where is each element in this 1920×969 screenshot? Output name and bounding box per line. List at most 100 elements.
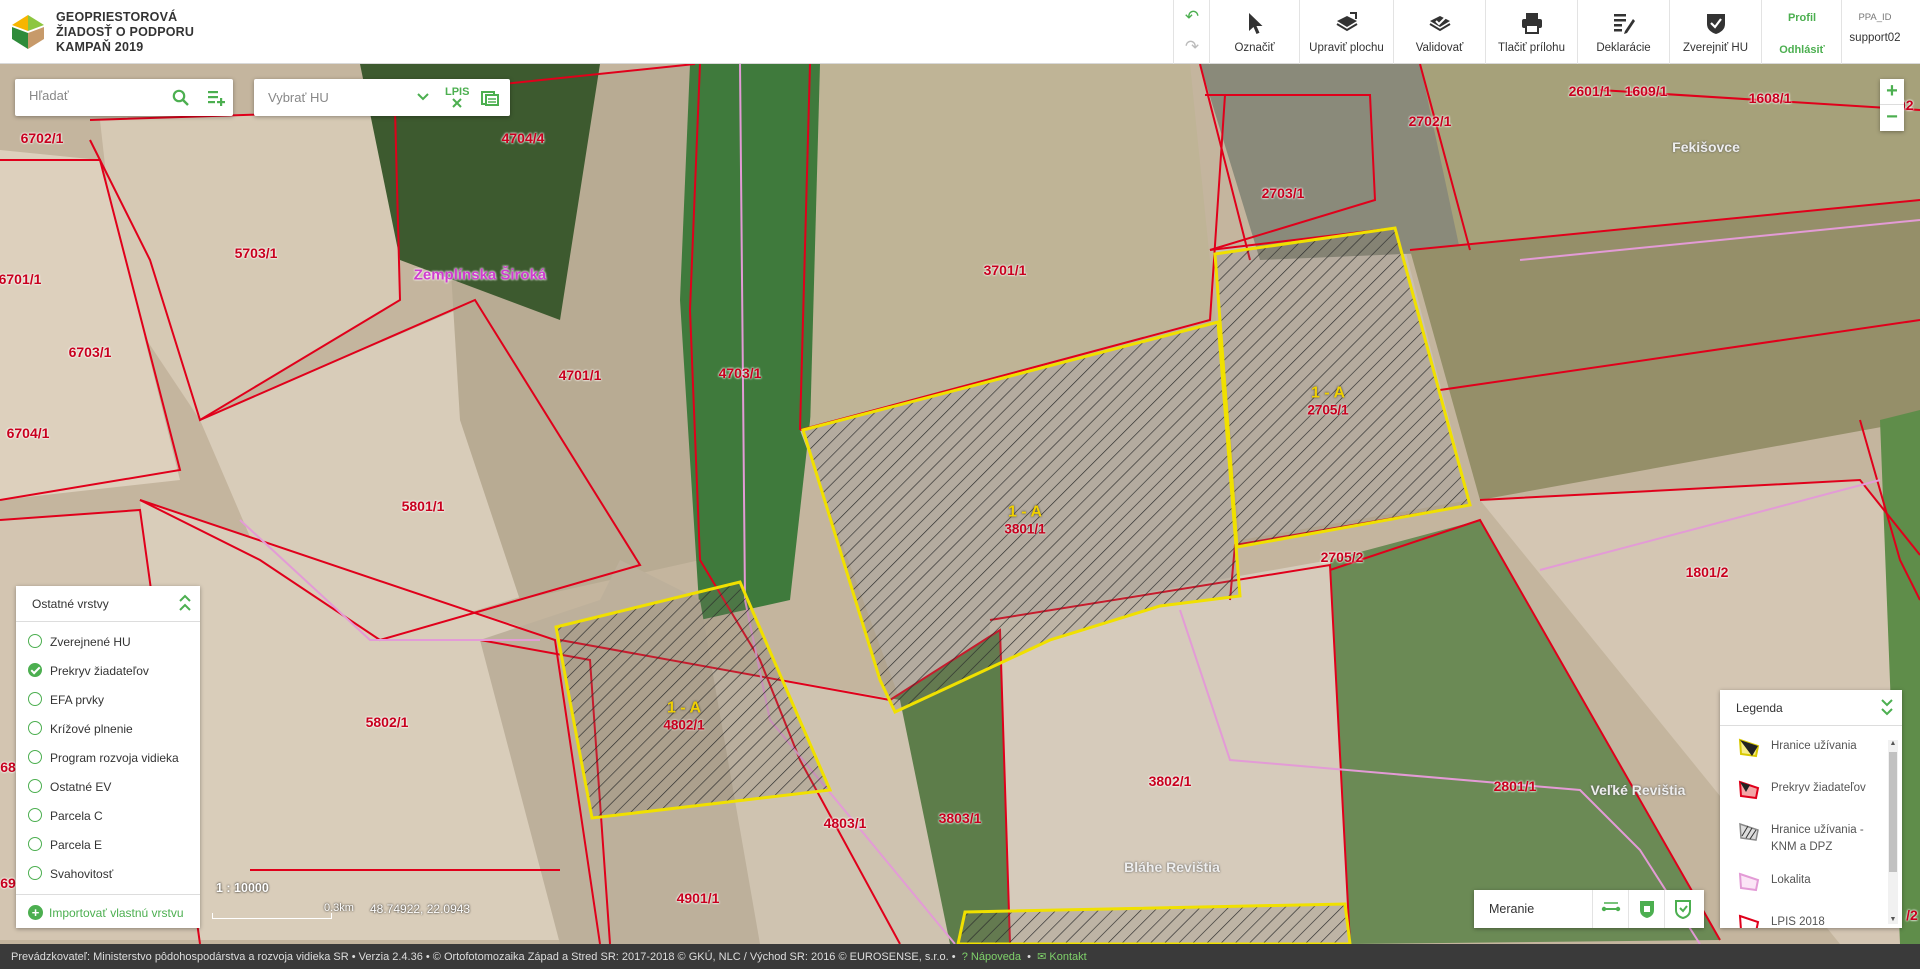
printer-icon bbox=[1521, 13, 1542, 34]
validate-icon bbox=[1428, 16, 1451, 32]
import-layer-button[interactable]: + Importovať vlastnú vrstvu bbox=[16, 894, 200, 928]
locality-swatch-icon bbox=[1738, 872, 1760, 892]
select-tool-button[interactable]: Označiť bbox=[1209, 0, 1299, 64]
help-link[interactable]: ? Nápoveda bbox=[962, 951, 1021, 963]
parcel-label: 4901/1 bbox=[676, 890, 720, 906]
hu-boundary-swatch-icon bbox=[1738, 738, 1760, 758]
map-canvas[interactable]: 6702/1 4704/4 5703/1 6701/1 6703/1 6704/1 4701… bbox=[0, 64, 1920, 944]
applicant-overlap-swatch-icon bbox=[1738, 780, 1760, 800]
layer-checked-icon[interactable] bbox=[28, 663, 42, 677]
measure-distance-button[interactable] bbox=[1592, 890, 1628, 928]
search-input[interactable] bbox=[29, 88, 169, 103]
measure-clear-button[interactable] bbox=[1664, 890, 1700, 928]
layer-item[interactable]: Ostatné EV bbox=[16, 773, 200, 802]
measure-label: Meranie bbox=[1489, 902, 1535, 916]
scroll-up-icon[interactable]: ▲ bbox=[1888, 740, 1898, 748]
layers-toggle-icon[interactable] bbox=[480, 88, 500, 108]
contact-link[interactable]: ✉ Kontakt bbox=[1037, 951, 1087, 963]
layer-item-label: Zverejnené HU bbox=[50, 635, 131, 649]
scroll-down-icon[interactable]: ▼ bbox=[1888, 916, 1898, 924]
hu-block-label[interactable]: 1 - A 2705/1 bbox=[1307, 385, 1348, 418]
publish-hu-button[interactable]: Zverejniť HU bbox=[1669, 0, 1761, 64]
profile-link[interactable]: Profil bbox=[1762, 12, 1842, 24]
layer-unchecked-icon[interactable] bbox=[28, 837, 42, 851]
other-layers-panel: Ostatné vrstvy Zverejnené HU Prekryv žiad… bbox=[16, 586, 200, 928]
user-box: PPA_ID support02 bbox=[1841, 0, 1907, 64]
layer-item-label: Parcela C bbox=[50, 809, 103, 823]
search-icon[interactable] bbox=[172, 89, 190, 107]
layer-unchecked-icon[interactable] bbox=[28, 779, 42, 793]
hu-select[interactable]: Vybrať HU bbox=[268, 90, 329, 105]
select-tool-label: Označiť bbox=[1234, 42, 1275, 54]
parcel-label: 6701/1 bbox=[0, 271, 42, 287]
measure-toolbar: Meranie bbox=[1474, 890, 1704, 928]
print-attachment-label: Tlačiť prílohu bbox=[1498, 42, 1565, 54]
parcel-label: 1801/2 bbox=[1685, 564, 1729, 580]
layer-item[interactable]: EFA prvky bbox=[16, 686, 200, 715]
layer-item[interactable]: Program rozvoja vidieka bbox=[16, 744, 200, 773]
layer-unchecked-icon[interactable] bbox=[28, 750, 42, 764]
legend-header[interactable]: Legenda bbox=[1720, 690, 1902, 726]
layer-unchecked-icon[interactable] bbox=[28, 634, 42, 648]
layer-unchecked-icon[interactable] bbox=[28, 808, 42, 822]
parcel-label: 3802/1 bbox=[1148, 773, 1192, 789]
scale-distance: 0.3km bbox=[324, 902, 354, 914]
layer-item[interactable]: Prekryv žiadateľov bbox=[16, 657, 200, 686]
layer-item[interactable]: Zverejnené HU bbox=[16, 628, 200, 657]
redo-button[interactable]: ↷ bbox=[1174, 32, 1210, 64]
zoom-out-button[interactable]: − bbox=[1880, 105, 1904, 131]
parcel-label: /2 bbox=[1906, 907, 1918, 923]
place-name-label: Zemplínska Široká bbox=[413, 266, 547, 284]
publish-hu-label: Zverejniť HU bbox=[1682, 42, 1749, 54]
collapse-chevron-icon[interactable] bbox=[178, 594, 192, 612]
logout-link[interactable]: Odhlásiť bbox=[1762, 44, 1842, 56]
parcel-label: 5802/1 bbox=[365, 714, 409, 730]
hu-select-box: Vybrať HU LPIS bbox=[254, 79, 510, 116]
app-title-line: KAMPAŇ 2019 bbox=[56, 40, 144, 54]
hu-block-code: 1 - A bbox=[1310, 384, 1346, 402]
parcel-label: 3701/1 bbox=[983, 262, 1027, 278]
undo-button[interactable]: ↶ bbox=[1174, 2, 1210, 34]
legend-scrollbar[interactable]: ▲ ▼ bbox=[1888, 740, 1898, 924]
layer-item[interactable]: Parcela C bbox=[16, 802, 200, 831]
layers-panel-header[interactable]: Ostatné vrstvy bbox=[16, 586, 200, 622]
layer-unchecked-icon[interactable] bbox=[28, 721, 42, 735]
hu-block-label[interactable]: 1 - A 4802/1 bbox=[663, 700, 704, 733]
layer-item[interactable]: Svahovitosť bbox=[16, 860, 200, 889]
validate-label: Validovať bbox=[1415, 42, 1464, 54]
layer-unchecked-icon[interactable] bbox=[28, 692, 42, 706]
ruler-distance-icon bbox=[1601, 902, 1621, 912]
edit-area-button[interactable]: Upraviť plochu bbox=[1299, 0, 1393, 64]
layer-unchecked-icon[interactable] bbox=[28, 866, 42, 880]
layers-panel-title: Ostatné vrstvy bbox=[32, 597, 109, 611]
layer-item[interactable]: Parcela E bbox=[16, 831, 200, 860]
parcel-label: 4704/4 bbox=[501, 130, 545, 146]
declarations-button[interactable]: Deklarácie bbox=[1577, 0, 1669, 64]
layer-item[interactable]: Krížové plnenie bbox=[16, 715, 200, 744]
lpis-toggle[interactable]: LPIS bbox=[445, 86, 469, 98]
publish-shield-icon bbox=[1706, 14, 1725, 34]
measure-area-button[interactable] bbox=[1628, 890, 1664, 928]
hu-block-label[interactable]: 1 - A 3801/1 bbox=[1004, 504, 1045, 537]
legend-item-label: LPIS 2018 bbox=[1771, 916, 1825, 928]
collapse-chevron-icon[interactable] bbox=[1880, 698, 1894, 716]
print-attachment-button[interactable]: Tlačiť prílohu bbox=[1485, 0, 1577, 64]
scrollbar-thumb[interactable] bbox=[1889, 752, 1897, 872]
parcel-label: 4803/1 bbox=[823, 815, 867, 831]
zoom-in-button[interactable]: + bbox=[1880, 79, 1904, 105]
legend-item-label: Prekryv žiadateľov bbox=[1771, 782, 1866, 794]
legend-item: Hranice užívania - KNM a DPZ bbox=[1720, 810, 1902, 860]
footer-bar: Prevádzkovateľ: Ministerstvo pôdohospodá… bbox=[0, 944, 1920, 969]
add-list-icon[interactable] bbox=[206, 88, 226, 108]
close-small-icon[interactable] bbox=[452, 98, 462, 108]
app-logo-icon bbox=[12, 15, 44, 49]
layer-item-label: Program rozvoja vidieka bbox=[50, 751, 179, 765]
parcel-label: 4701/1 bbox=[558, 367, 602, 383]
chevron-down-icon[interactable] bbox=[417, 93, 429, 101]
layer-list: Zverejnené HU Prekryv žiadateľov EFA prvky… bbox=[16, 622, 200, 889]
clear-shield-icon bbox=[1675, 900, 1691, 919]
validate-button[interactable]: Validovať bbox=[1393, 0, 1485, 64]
legend-item: Hranice užívania bbox=[1720, 726, 1902, 768]
profile-box: Profil Odhlásiť bbox=[1761, 0, 1841, 64]
legend-item-label: Lokalita bbox=[1771, 874, 1811, 886]
